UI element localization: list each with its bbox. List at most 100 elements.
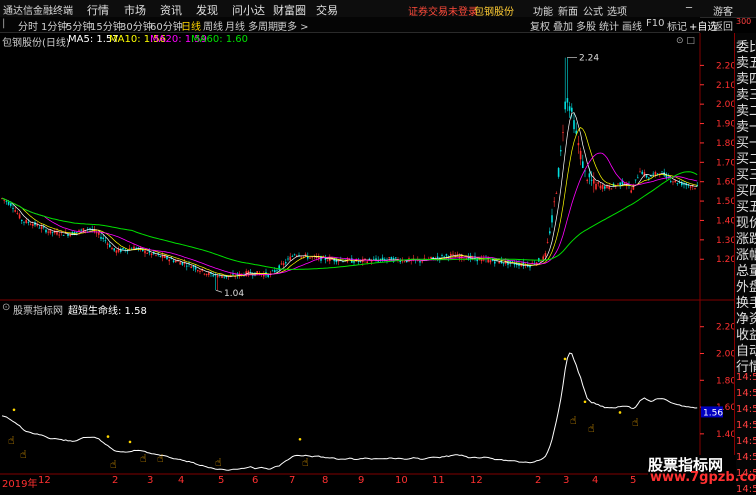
current-value-label: 1.56 (703, 408, 723, 418)
app-logo: 通达信金融终端 (3, 6, 73, 17)
draw-line-button[interactable]: 画线 (622, 18, 642, 33)
candle-body (212, 275, 214, 277)
candle-body (21, 219, 23, 221)
candle-body (419, 261, 421, 263)
sidebar-field: 14:50 (736, 452, 756, 463)
candle-body (109, 244, 111, 248)
candle-body (450, 253, 452, 256)
period-5min[interactable]: 5分钟 (66, 18, 92, 33)
buy-signal-hand-icon: ☝ (302, 456, 309, 469)
buy-signal-hand-icon: ☝ (8, 434, 15, 447)
candle-body (544, 253, 547, 257)
guest-user[interactable]: 游客 (713, 3, 733, 18)
period-60min[interactable]: 60分钟 (150, 18, 183, 33)
candle-body (12, 208, 14, 209)
time-axis-label: 4 (592, 475, 599, 486)
candle-body (14, 210, 16, 212)
candle-body (181, 262, 184, 265)
buy-signal-hand-icon: ☝ (110, 458, 117, 471)
candle-body (98, 232, 100, 235)
menu-wealth[interactable]: 财富圈 (273, 2, 306, 18)
candle-body (487, 259, 489, 263)
candle-body (100, 237, 102, 239)
candle-body (593, 179, 595, 184)
time-axis-label: 6 (252, 475, 259, 486)
ma20-line (1, 152, 698, 276)
menu-new-page[interactable]: 新面 (558, 3, 578, 18)
signal-dot (106, 435, 110, 438)
candle-body (432, 257, 434, 259)
period-more[interactable]: 更多 > (277, 18, 309, 33)
time-axis: 2019年122345678910111223456 (0, 475, 734, 490)
mark-button[interactable]: 标记 (667, 18, 687, 33)
f10-button[interactable]: F10 (646, 18, 664, 29)
kline-chart[interactable]: 2.24 1.04 ☝ ☝ ☝ ☝ ☝ ☝ ☝ ☝ ☝ ☝ 2.20 2.10 2.00 1.90 1.80 1… (0, 32, 734, 475)
candle-body (221, 276, 223, 278)
candle-body (637, 177, 639, 179)
minimize-icon[interactable]: ─ (686, 3, 692, 14)
buy-signal-hand-icon: ☝ (140, 452, 147, 465)
time-axis-label: 2 (112, 475, 119, 486)
menu-quotes[interactable]: 行情 (87, 2, 109, 18)
overlay-button[interactable]: 叠加 (553, 18, 573, 33)
candle-body (205, 273, 208, 275)
adjust-button[interactable]: 复权 (530, 18, 550, 33)
candle-body (661, 171, 663, 173)
menu-discover[interactable]: 发现 (196, 2, 218, 18)
time-axis-label: 12 (470, 475, 483, 486)
menu-options[interactable]: 选项 (607, 3, 627, 18)
menu-ask[interactable]: 问小达 (232, 2, 265, 18)
indicator-tick-label: 2.20 (716, 323, 734, 333)
period-monthly[interactable]: 月线 (225, 18, 245, 33)
candle-body (274, 270, 276, 273)
candle-body (560, 150, 562, 152)
period-15min[interactable]: 15分钟 (90, 18, 123, 33)
menu-function[interactable]: 功能 (533, 3, 553, 18)
period-30min[interactable]: 30分钟 (120, 18, 153, 33)
candle-body (186, 265, 188, 267)
signal-dot (298, 437, 302, 441)
period-multi[interactable]: 多周期 (248, 18, 278, 33)
period-weekly[interactable]: 周线 (203, 18, 223, 33)
candle-body (366, 261, 368, 264)
candle-body (670, 181, 672, 182)
candle-body (689, 186, 692, 188)
back-button[interactable]: 返回 (713, 18, 733, 33)
candle-body (395, 257, 397, 259)
candle-body (630, 190, 632, 193)
period-daily[interactable]: 日线 (181, 18, 201, 33)
stats-button[interactable]: 统计 (599, 18, 619, 33)
candle-body (172, 260, 175, 262)
candle-body (546, 242, 549, 243)
candle-body (291, 256, 294, 257)
candle-body (623, 183, 626, 185)
period-1min[interactable]: 1分钟 (41, 18, 67, 33)
candle-body (641, 171, 643, 174)
candle-body (632, 186, 635, 190)
candle-body (445, 254, 448, 256)
candle-body (122, 248, 124, 250)
menu-market[interactable]: 市场 (124, 2, 146, 18)
multi-stock-button[interactable]: 多股 (576, 18, 596, 33)
candle-body (683, 184, 685, 186)
sidebar-field: 14:50 (736, 420, 756, 431)
stock-link[interactable]: 包钢股份 (474, 3, 514, 18)
candle-body (370, 261, 373, 263)
login-promo[interactable]: 证券交易未登录 (408, 3, 478, 18)
menu-formula[interactable]: 公式 (583, 3, 603, 18)
buy-signal-hand-icon: ☝ (570, 414, 577, 427)
menu-news[interactable]: 资讯 (160, 2, 182, 18)
candle-body (610, 188, 613, 190)
period-tick[interactable]: 分时 (18, 18, 38, 33)
candle-body (595, 183, 597, 190)
candle-body (62, 235, 65, 236)
price-tick-label: 1.90 (716, 120, 734, 130)
buy-signal-hand-icon: ☝ (632, 416, 639, 429)
signal-dot (563, 357, 567, 361)
candle-body (104, 240, 107, 242)
candle-body (192, 266, 195, 268)
toolbar-toggle-icon[interactable]: | (2, 18, 5, 29)
indicator-tick-label: 1.40 (716, 430, 734, 440)
menu-trade[interactable]: 交易 (316, 2, 338, 18)
candle-body (331, 259, 333, 260)
